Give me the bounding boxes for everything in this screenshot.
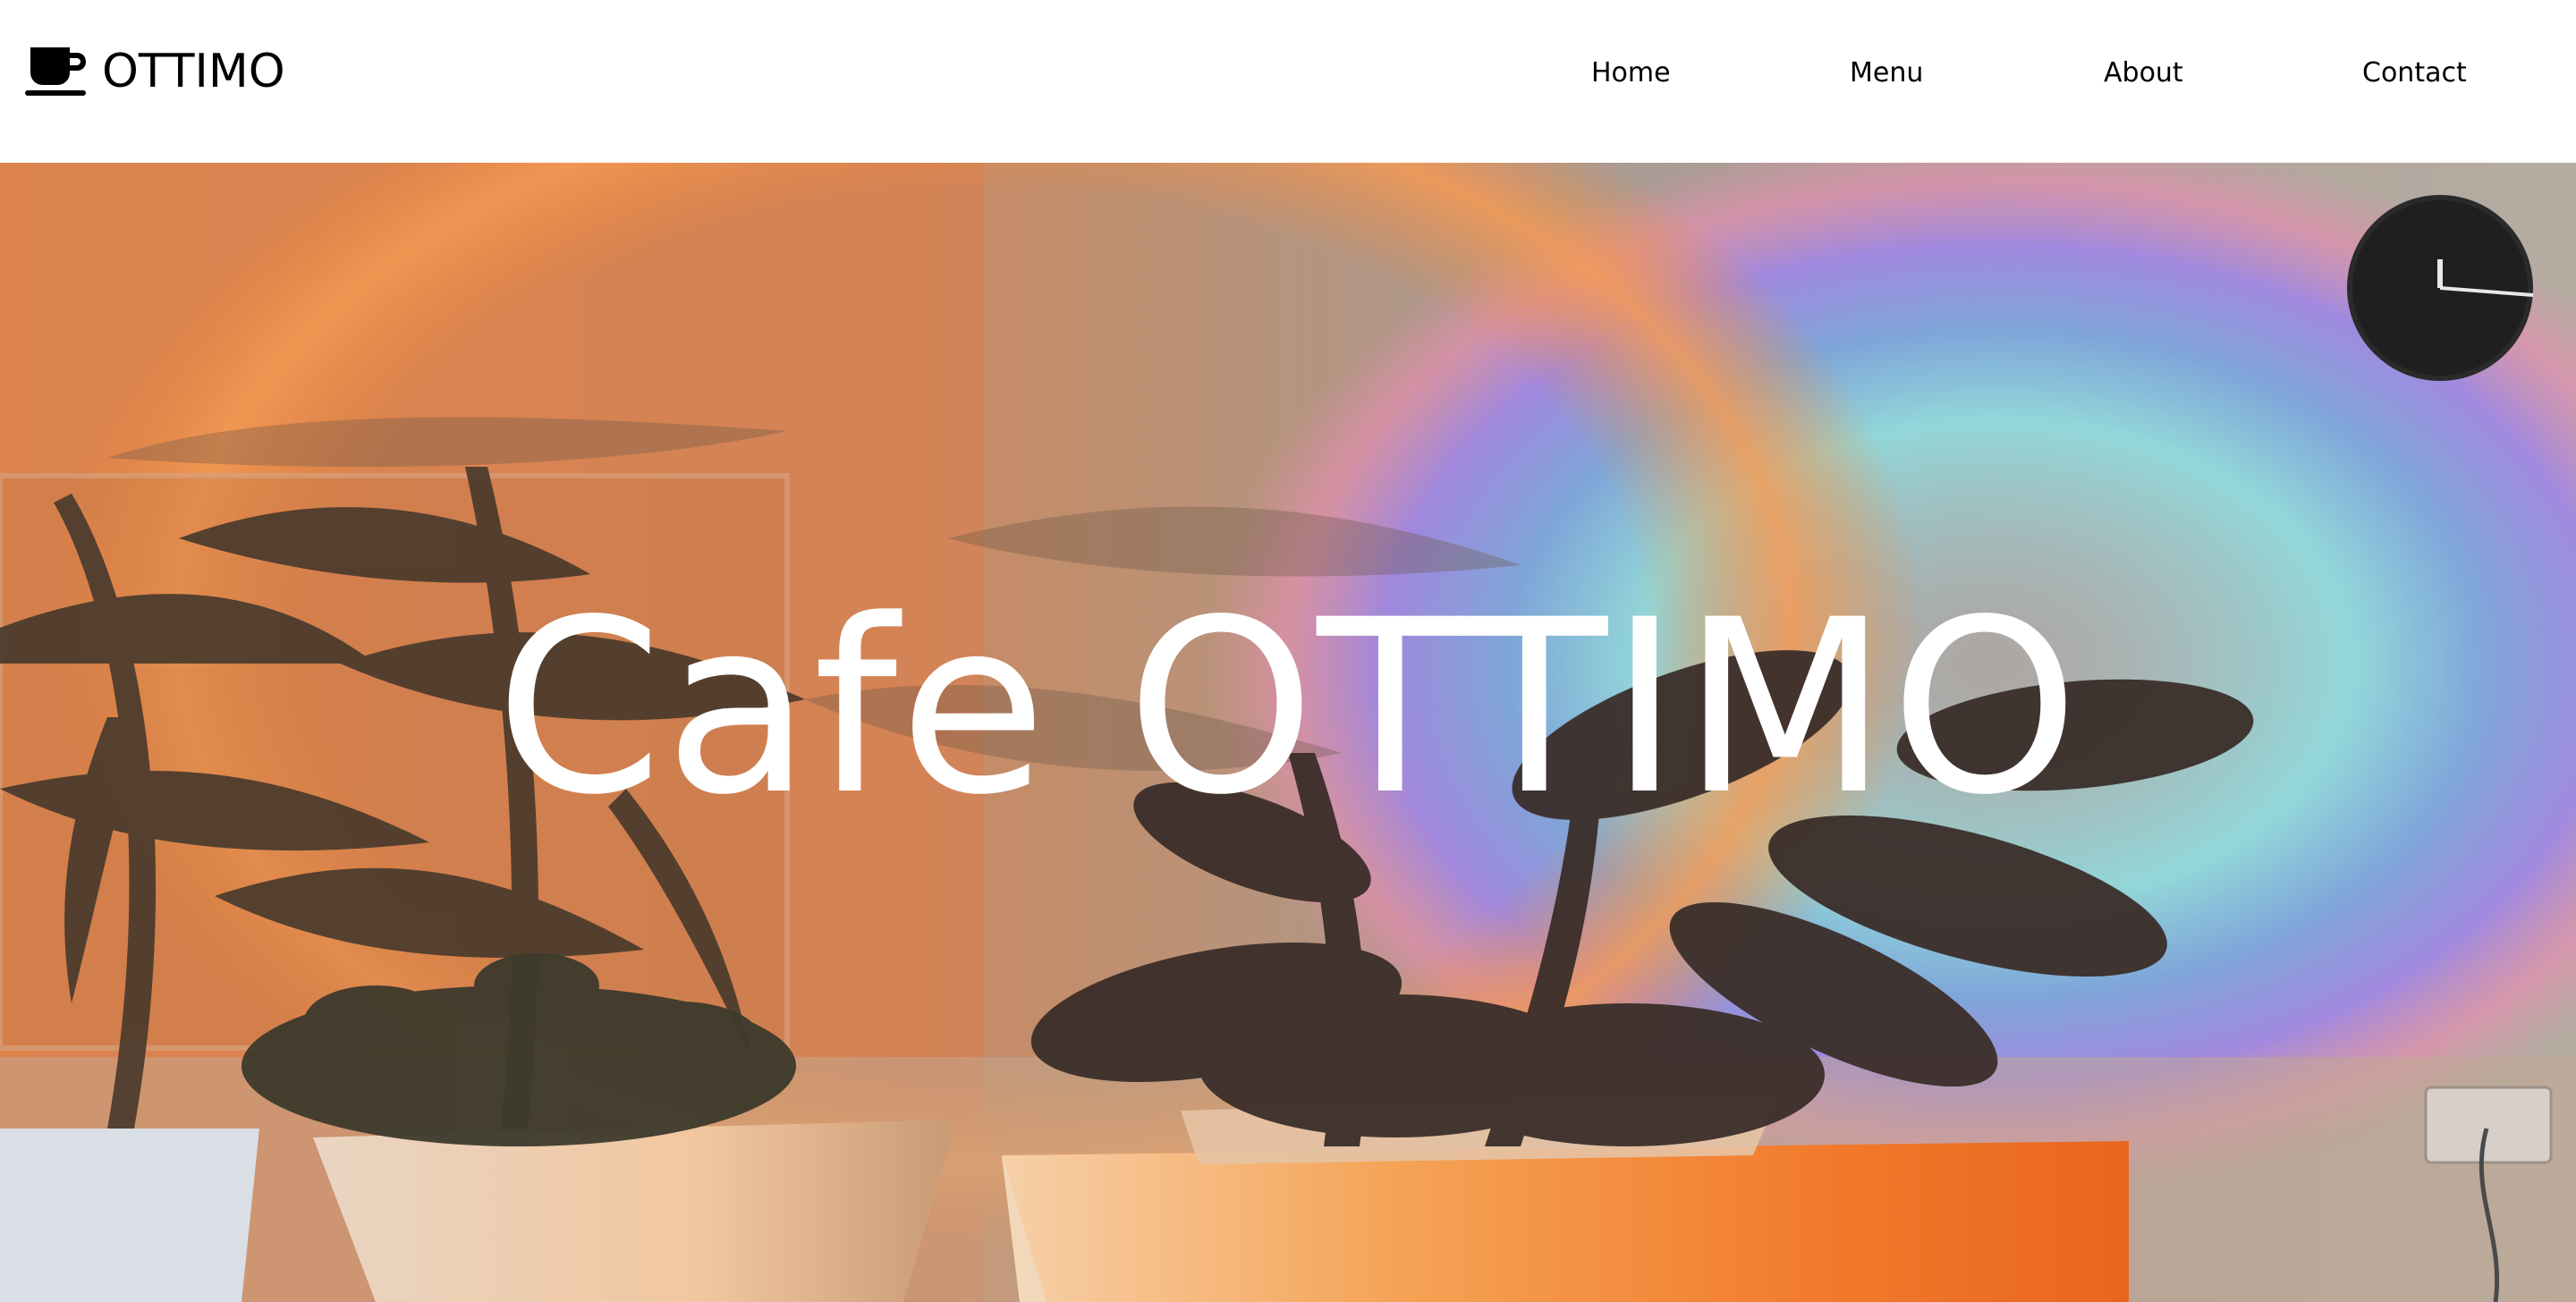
nav-menu-link[interactable]: Menu bbox=[1850, 54, 1923, 93]
hero-title: Cafe OTTIMO bbox=[495, 569, 2081, 848]
nav-contact-link[interactable]: Contact bbox=[2362, 54, 2467, 93]
top-navbar: OTTIMO Home Menu About Contact bbox=[0, 0, 2576, 163]
nav-home-link[interactable]: Home bbox=[1591, 54, 1671, 93]
main-nav: Home Menu About Contact bbox=[0, 54, 2576, 93]
nav-about-link[interactable]: About bbox=[2104, 54, 2183, 93]
hero-section: Cafe OTTIMO bbox=[0, 163, 2576, 1302]
